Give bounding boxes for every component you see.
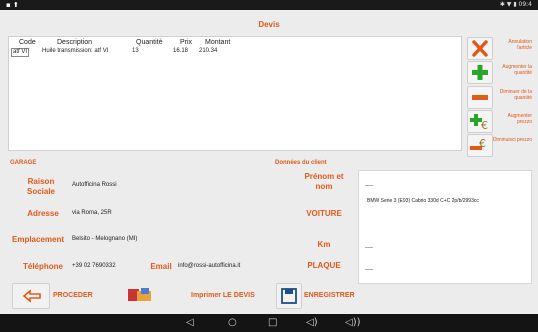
save-icon (281, 288, 297, 304)
increase-quantity-button[interactable] (467, 61, 493, 84)
emplacement-value[interactable]: Belsito - Melognano (MI) (72, 236, 137, 242)
page-title: Devis (258, 20, 280, 29)
telephone-value[interactable]: +39 02 7690332 (72, 263, 116, 269)
decrease-quantity-label: Diminuer de la quantité (499, 89, 532, 101)
home-icon[interactable]: ○ (228, 317, 237, 328)
volume-down-icon[interactable]: ◁) (306, 317, 318, 328)
col-header-quantite: Quantité (136, 39, 163, 46)
raison-sociale-value[interactable]: Autofficina Rossi (72, 182, 117, 188)
table-row[interactable]: atf VI Huile transmission: atf VI 13 16.… (9, 48, 461, 57)
increase-price-button[interactable]: € (467, 110, 493, 133)
navigation-bar: ◁ ○ □ ◁) ◁)) (0, 314, 538, 332)
items-table: Code Description Quantité Prix Montant a… (8, 36, 462, 151)
client-section-title: Données du client (275, 160, 327, 166)
enregistrer-label[interactable]: ENREGISTRER (304, 292, 355, 299)
cancel-item-button[interactable] (467, 37, 493, 60)
volume-up-icon[interactable]: ◁)) (345, 317, 361, 328)
raison-sociale-label: Raison Sociale (26, 177, 55, 196)
prenom-nom-field[interactable] (365, 185, 373, 186)
status-right-indicators: ✱ ▼ ▮ 09:4 (499, 1, 532, 8)
status-left-icons: ▪ ⬆ (6, 1, 19, 9)
client-fields-panel: BMW Serie 3 (E93) Cabrio 330d C+C 2p/b/2… (358, 170, 532, 284)
imprimer-label[interactable]: Imprimer LE DEVIS (191, 292, 255, 299)
voiture-value[interactable]: BMW Serie 3 (E93) Cabrio 330d C+C 2p/b/2… (367, 198, 479, 204)
plaque-label: PLAQUE (307, 261, 341, 270)
email-value[interactable]: info@rossi-autofficina.it (178, 263, 240, 269)
svg-text:€: € (481, 119, 488, 132)
col-header-description: Description (57, 39, 93, 46)
increase-price-label: Augmenter prezzo (507, 113, 532, 125)
euro-plus-icon: € (470, 114, 488, 132)
increase-quantity-label: Augmenter la quantité (502, 64, 532, 76)
cell-quantite[interactable]: 13 (132, 48, 139, 54)
adresse-label: Adresse (27, 209, 59, 218)
plaque-field[interactable] (365, 269, 373, 270)
pdf-export-icon[interactable] (125, 286, 155, 304)
cell-description[interactable]: Huile transmission: atf VI (42, 48, 108, 54)
svg-text:€: € (479, 137, 486, 150)
col-header-prix: Prix (180, 39, 193, 46)
prenom-nom-label: Prénom et nom (304, 172, 344, 191)
recents-icon[interactable]: □ (268, 317, 277, 328)
telephone-label: Téléphone (22, 262, 63, 271)
km-field[interactable] (365, 247, 373, 248)
proceder-button[interactable] (12, 283, 50, 309)
col-header-code: Code (19, 39, 36, 46)
km-label: Km (317, 240, 331, 249)
decrease-price-label: Diminuisci prezzo (492, 137, 532, 143)
status-bar: ▪ ⬆ ✱ ▼ ▮ 09:4 (0, 0, 538, 10)
garage-section-title: GARAGE (10, 160, 37, 166)
plus-icon (472, 65, 488, 80)
arrow-left-icon (22, 289, 41, 303)
decrease-quantity-button[interactable] (467, 86, 493, 109)
minus-icon (472, 95, 488, 100)
back-icon[interactable]: ◁ (186, 317, 194, 328)
enregistrer-button[interactable] (276, 283, 302, 309)
cell-prix[interactable]: 16.18 (173, 48, 188, 54)
cell-code[interactable]: atf VI (11, 48, 30, 57)
close-icon (472, 40, 488, 57)
col-header-montant: Montant (205, 39, 231, 46)
euro-minus-icon: € (470, 137, 486, 150)
bottom-action-bar: PROCEDER Imprimer LE DEVIS ENREGISTRER (8, 283, 530, 310)
voiture-label: VOITURE (306, 209, 342, 218)
adresse-value[interactable]: via Roma, 25R (72, 210, 112, 216)
cancel-item-label: Annulation l'article (508, 39, 532, 51)
decrease-price-button[interactable]: € (467, 134, 493, 157)
cell-montant[interactable]: 210.34 (199, 48, 217, 54)
email-label: Email (150, 262, 172, 271)
emplacement-label: Emplacement (12, 235, 65, 244)
proceder-label[interactable]: PROCEDER (53, 292, 93, 299)
